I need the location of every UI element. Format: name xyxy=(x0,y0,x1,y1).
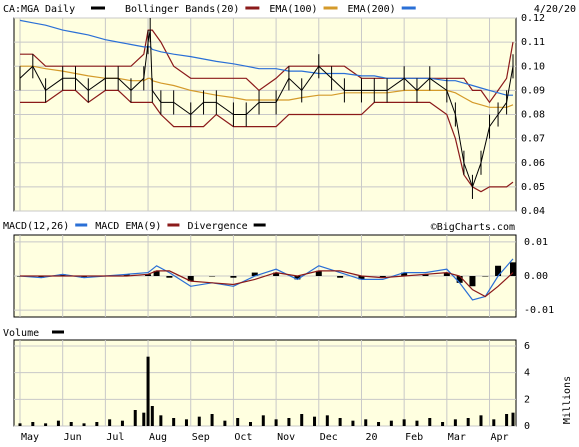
x-tick-10: Mar xyxy=(448,432,466,443)
volume-bar-33 xyxy=(415,420,419,426)
volume-bar-0 xyxy=(18,423,22,426)
x-tick-8: 20 xyxy=(365,432,377,443)
divergence-bar-11 xyxy=(230,276,237,278)
volume-bar-17 xyxy=(210,414,214,426)
price-ytick-8: 0.04 xyxy=(521,206,545,217)
x-axis: May Jun Jul Aug Sep Oct Nov Dec 20 Feb Mar Apr xyxy=(21,432,509,443)
volume-bar-5 xyxy=(82,423,86,426)
legend-main-label-2: EMA(200) xyxy=(348,4,396,15)
volume-bar-13 xyxy=(159,415,163,426)
x-tick-3: Aug xyxy=(149,432,167,443)
x-tick-2: Jul xyxy=(106,432,124,443)
volume-bar-11 xyxy=(146,356,150,426)
volume-y-axis: 6 4 2 0 xyxy=(524,341,530,432)
price-ytick-3: 0.09 xyxy=(521,85,545,96)
legend-main: Bollinger Bands(20) EMA(100) EMA(200) xyxy=(125,4,416,15)
divergence-bar-24 xyxy=(482,276,489,277)
volume-bar-32 xyxy=(402,419,406,426)
volume-bar-29 xyxy=(364,419,368,426)
price-ytick-5: 0.07 xyxy=(521,134,545,145)
volume-bar-36 xyxy=(453,419,457,426)
x-tick-11: Apr xyxy=(490,432,508,443)
volume-ytick-2: 2 xyxy=(524,394,530,405)
volume-bar-28 xyxy=(351,420,355,426)
divergence-bar-8 xyxy=(166,276,173,278)
macd-ytick-2: -0.01 xyxy=(524,305,554,316)
stock-chart: CA:MGA Daily Bollinger Bands(20) EMA(100)… xyxy=(0,0,579,444)
volume-bar-9 xyxy=(133,410,137,426)
volume-bar-27 xyxy=(338,418,342,426)
volume-bar-12 xyxy=(150,406,154,426)
volume-ytick-3: 0 xyxy=(524,421,530,432)
volume-bar-2 xyxy=(44,423,48,426)
legend-macd-label-1: MACD EMA(9) xyxy=(95,221,161,232)
macd-y-axis: 0.01 0.00 -0.01 xyxy=(524,237,554,316)
volume-bar-1 xyxy=(31,422,35,426)
volume-bar-31 xyxy=(389,420,393,426)
volume-bar-10 xyxy=(142,412,146,426)
volume-bar-37 xyxy=(466,418,470,426)
volume-bar-14 xyxy=(172,418,176,426)
price-ytick-7: 0.05 xyxy=(521,182,545,193)
volume-bar-6 xyxy=(95,422,99,426)
volume-bar-20 xyxy=(248,422,252,426)
volume-bar-4 xyxy=(69,422,73,426)
volume-bar-19 xyxy=(236,418,240,426)
volume-bar-38 xyxy=(479,415,483,426)
volume-bar-26 xyxy=(325,415,329,426)
price-ytick-4: 0.08 xyxy=(521,110,545,121)
x-tick-6: Nov xyxy=(277,432,295,443)
macd-ytick-0: 0.01 xyxy=(524,237,548,248)
chart-canvas: CA:MGA Daily Bollinger Bands(20) EMA(100)… xyxy=(3,4,576,443)
volume-bar-23 xyxy=(287,418,291,426)
volume-bar-35 xyxy=(441,422,445,426)
volume-bar-22 xyxy=(274,419,278,426)
volume-bar-18 xyxy=(223,420,227,426)
watermark: ©BigCharts.com xyxy=(431,222,515,233)
divergence-bar-10 xyxy=(209,276,216,277)
legend-macd-label-2: Divergence xyxy=(187,221,247,232)
price-y-axis: 0.12 0.11 0.10 0.09 0.08 0.07 0.06 0.05 0.04 xyxy=(521,13,545,217)
volume-bar-39 xyxy=(492,419,496,426)
price-ytick-2: 0.10 xyxy=(521,61,545,72)
volume-bar-7 xyxy=(108,419,112,426)
volume-bar-16 xyxy=(197,416,201,426)
period-label: Daily xyxy=(45,4,75,15)
legend-main-label-1: EMA(100) xyxy=(269,4,317,15)
volume-ytick-1: 4 xyxy=(524,368,530,379)
price-ytick-6: 0.06 xyxy=(521,158,545,169)
macd-ytick-1: 0.00 xyxy=(524,271,548,282)
x-tick-7: Dec xyxy=(320,432,338,443)
x-tick-4: Sep xyxy=(192,432,210,443)
volume-bar-41 xyxy=(511,412,515,426)
legend-macd: MACD(12,26) MACD EMA(9) Divergence xyxy=(3,221,266,232)
volume-unit: Millions xyxy=(562,376,573,424)
divergence-bar-22 xyxy=(456,276,463,283)
volume-ytick-0: 6 xyxy=(524,341,530,352)
x-tick-0: May xyxy=(21,432,39,443)
price-ytick-0: 0.12 xyxy=(521,13,545,24)
volume-bar-40 xyxy=(505,414,509,426)
volume-bar-21 xyxy=(261,415,265,426)
volume-bar-30 xyxy=(377,422,381,426)
volume-bar-24 xyxy=(300,414,304,426)
divergence-bar-16 xyxy=(337,276,344,278)
symbol-label: CA:MGA xyxy=(3,4,39,15)
volume-bar-3 xyxy=(56,420,60,426)
volume-label: Volume xyxy=(3,328,39,339)
divergence-bar-23 xyxy=(469,276,476,287)
x-tick-9: Feb xyxy=(405,432,423,443)
volume-bar-34 xyxy=(428,418,432,426)
volume-bar-15 xyxy=(184,419,188,426)
x-tick-5: Oct xyxy=(234,432,252,443)
price-ytick-1: 0.11 xyxy=(521,37,545,48)
x-tick-1: Jun xyxy=(64,432,82,443)
legend-macd-label-0: MACD(12,26) xyxy=(3,221,69,232)
volume-bar-25 xyxy=(313,416,317,426)
volume-panel xyxy=(13,339,517,427)
legend-main-label-0: Bollinger Bands(20) xyxy=(125,4,239,15)
volume-bar-8 xyxy=(120,420,124,426)
